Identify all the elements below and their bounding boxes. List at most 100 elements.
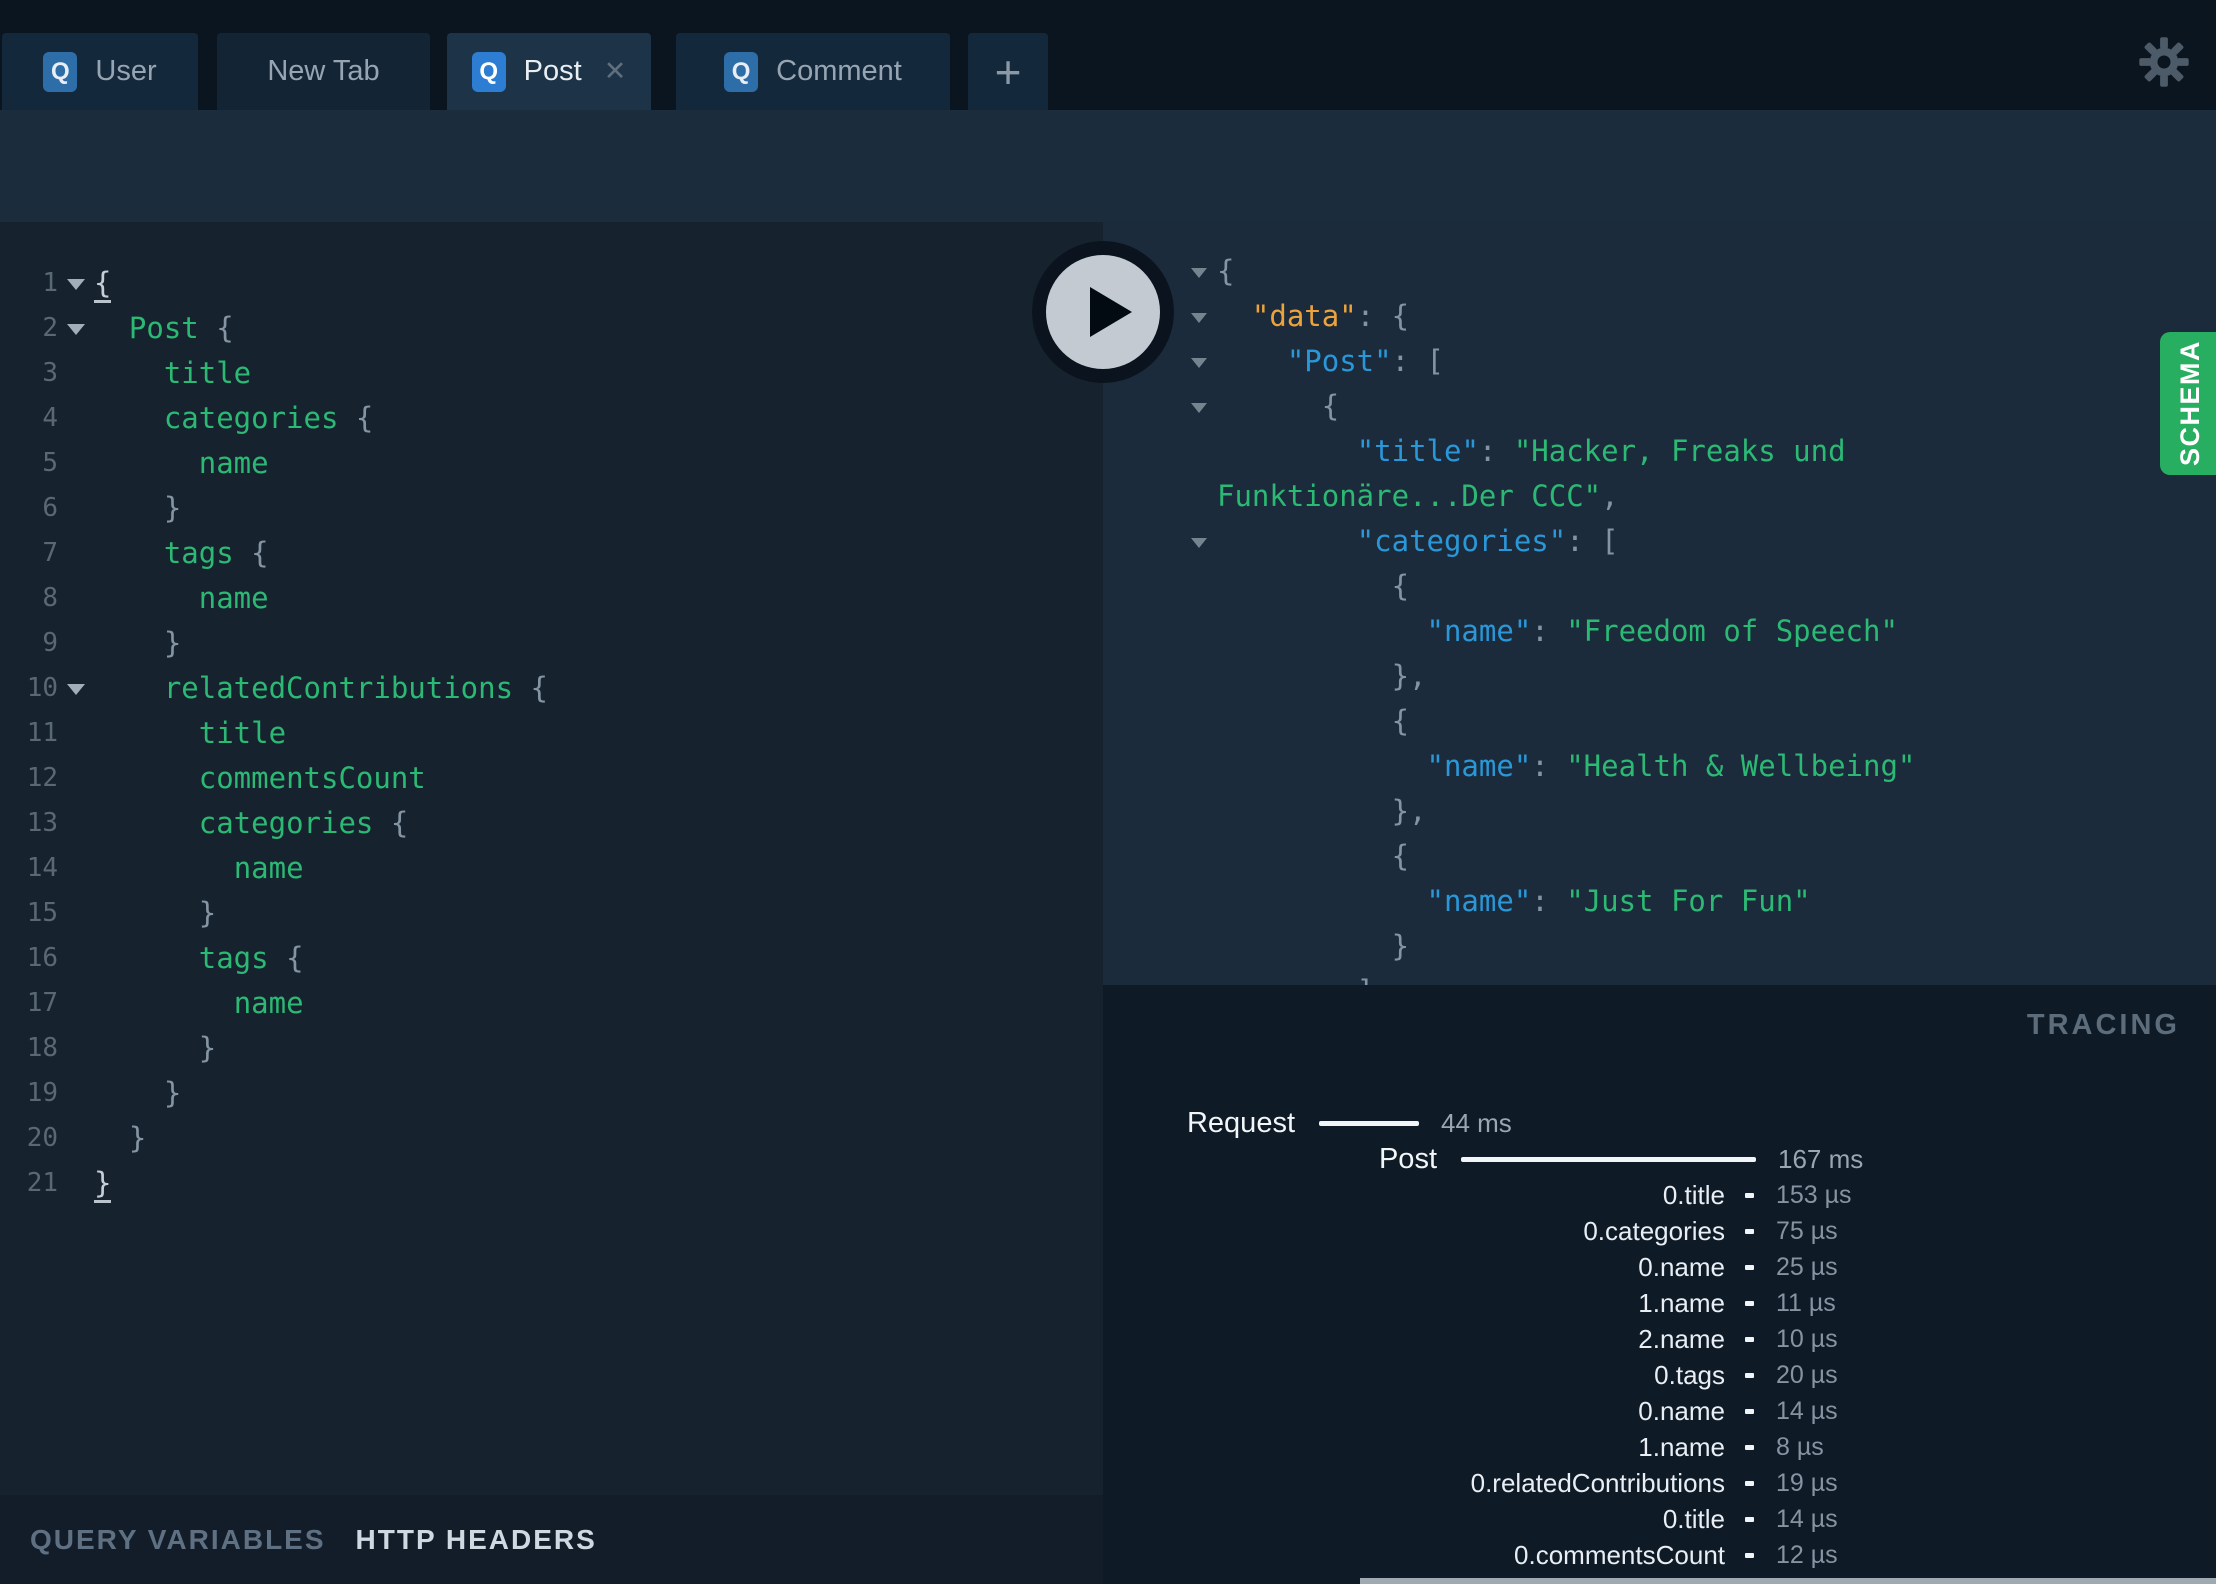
schema-side-tab[interactable]: SCHEMA [2160, 332, 2216, 475]
chevron-down-icon[interactable] [67, 279, 85, 290]
code-token: { [268, 940, 304, 975]
code-text: ] [1217, 974, 1374, 986]
code-token: } [94, 490, 182, 525]
query-badge: Q [724, 51, 759, 92]
response-line: { [1103, 833, 2216, 878]
code-text: commentsCount [94, 761, 426, 795]
code-text: "categories": [ [1217, 524, 1619, 558]
tracing-label: 1.name [1638, 1287, 1725, 1318]
code-token: } [94, 1165, 112, 1203]
editor-line[interactable]: 10 relatedContributions { [0, 665, 1103, 710]
editor-line[interactable]: 8 name [0, 575, 1103, 620]
response-line: } [1103, 923, 2216, 968]
code-token: { [1217, 253, 1235, 288]
editor-line[interactable]: 12 commentsCount [0, 755, 1103, 800]
code-text: tags { [94, 536, 269, 570]
tracing-label: 0.name [1638, 1395, 1725, 1426]
response-line: ] [1103, 968, 2216, 986]
line-number: 5 [42, 447, 58, 478]
editor-line[interactable]: 21} [0, 1160, 1103, 1205]
tracing-bar [1745, 1300, 1754, 1306]
code-token: { [233, 535, 269, 570]
editor-line[interactable]: 2 Post { [0, 305, 1103, 350]
fold-slot [58, 275, 94, 290]
play-icon [1090, 287, 1132, 337]
tracing-bar [1745, 1552, 1754, 1558]
editor-line[interactable]: 14 name [0, 845, 1103, 890]
tab-new-tab[interactable]: New Tab [217, 33, 430, 110]
editor-line[interactable]: 1{ [0, 260, 1103, 305]
editor-line[interactable]: 3 title [0, 350, 1103, 395]
tracing-duration: 19 µs [1776, 1468, 1838, 1497]
chevron-down-icon[interactable] [1191, 267, 1207, 278]
chevron-down-icon[interactable] [1191, 357, 1207, 368]
editor-line[interactable]: 6 } [0, 485, 1103, 530]
tracing-bar [1745, 1444, 1754, 1450]
code-token: { [198, 310, 234, 345]
code-text: title [94, 716, 286, 750]
line-number: 15 [26, 897, 58, 928]
tracing-row: 0.tags 20 µs [1103, 1357, 2216, 1393]
query-editor-lines: 1{2 Post {3 title 4 categories {5 name 6 }… [0, 222, 1103, 1205]
editor-line[interactable]: 11 title [0, 710, 1103, 755]
horizontal-scrollbar[interactable] [1360, 1578, 2216, 1584]
editor-line[interactable]: 16 tags { [0, 935, 1103, 980]
editor-line[interactable]: 7 tags { [0, 530, 1103, 575]
new-tab-button[interactable]: + [968, 33, 1048, 110]
fold-slot [58, 680, 94, 695]
editor-line[interactable]: 4 categories { [0, 395, 1103, 440]
code-token: name [198, 445, 269, 480]
editor-line[interactable]: 19 } [0, 1070, 1103, 1115]
tab-post[interactable]: Q Post ✕ [447, 33, 651, 110]
response-line: { [1103, 698, 2216, 743]
tracing-duration: 44 ms [1441, 1107, 1512, 1138]
code-token: "Freedom of Speech" [1566, 613, 1898, 648]
code-token: tags [163, 535, 234, 570]
code-token: categories [198, 805, 374, 840]
editor-line[interactable]: 17 name [0, 980, 1103, 1025]
editor-line[interactable]: 15 } [0, 890, 1103, 935]
chevron-down-icon[interactable] [67, 684, 85, 695]
tracing-label: Post [1378, 1142, 1437, 1175]
chevron-down-icon[interactable] [1191, 402, 1207, 413]
fold-slot [1181, 264, 1217, 278]
close-icon[interactable]: ✕ [604, 56, 627, 87]
code-token: title [198, 715, 287, 750]
tracing-row: 0.relatedContributions 19 µs [1103, 1465, 2216, 1501]
editor-line[interactable]: 20 } [0, 1115, 1103, 1160]
editor-line[interactable]: 13 categories { [0, 800, 1103, 845]
code-token: "categories" [1356, 523, 1567, 558]
code-token: "Just For Fun" [1566, 883, 1811, 918]
code-token: "name" [1426, 748, 1532, 783]
fold-slot [1181, 354, 1217, 368]
code-token: } [94, 1075, 182, 1110]
tracing-row: Request 44 ms [1103, 1105, 2216, 1141]
tracing-duration: 14 µs [1776, 1396, 1838, 1425]
query-editor-pane[interactable]: 1{2 Post {3 title 4 categories {5 name 6 }… [0, 222, 1103, 1495]
tab-user[interactable]: Q User [2, 33, 198, 110]
chevron-down-icon[interactable] [67, 324, 85, 335]
tab-label: New Tab [267, 55, 380, 87]
tracing-duration: 8 µs [1776, 1432, 1824, 1461]
code-text: name [94, 446, 269, 480]
code-token: "data" [1251, 298, 1357, 333]
tab-query-variables[interactable]: QUERY VARIABLES [30, 1524, 326, 1556]
chevron-down-icon[interactable] [1191, 312, 1207, 323]
code-text: relatedContributions { [94, 671, 548, 705]
tab-comment[interactable]: Q Comment [676, 33, 950, 110]
code-token: } [94, 625, 182, 660]
editor-line[interactable]: 5 name [0, 440, 1103, 485]
editor-line[interactable]: 18 } [0, 1025, 1103, 1070]
tab-label: User [95, 55, 157, 87]
response-line: { [1103, 248, 2216, 293]
settings-button[interactable] [2138, 36, 2190, 88]
tab-http-headers[interactable]: HTTP HEADERS [356, 1524, 597, 1556]
execute-query-button[interactable] [1032, 241, 1174, 383]
editor-line[interactable]: 9 } [0, 620, 1103, 665]
chevron-down-icon[interactable] [1191, 537, 1207, 548]
tracing-row: 1.name 8 µs [1103, 1429, 2216, 1465]
